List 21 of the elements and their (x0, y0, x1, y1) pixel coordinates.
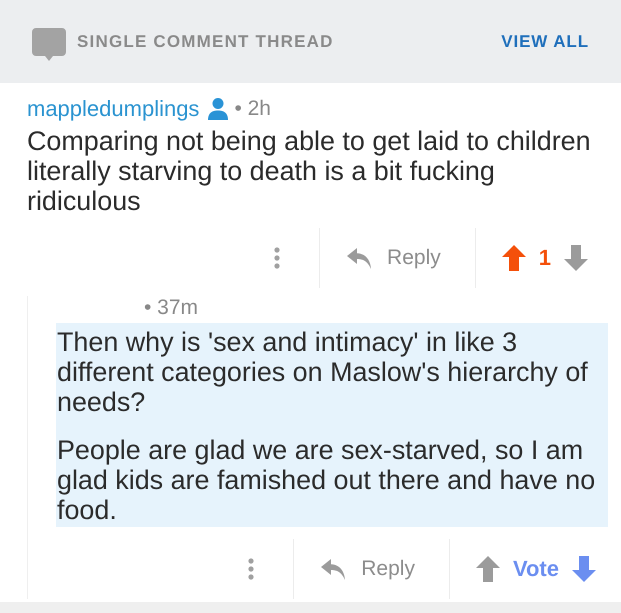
speech-bubble-icon (32, 28, 66, 62)
reply-arrow-icon (347, 248, 372, 268)
view-all-link[interactable]: VIEW ALL (501, 32, 589, 52)
upvote-arrow-icon[interactable] (476, 556, 500, 582)
downvote-arrow-icon[interactable] (572, 556, 596, 582)
timestamp: • 37m (144, 296, 198, 320)
upvote-arrow-icon[interactable] (502, 245, 526, 271)
comment-text: Comparing not being able to get laid to children literally starving to death is a bit fucking ridiculous (27, 126, 592, 216)
comment-text: Then why is 'sex and intimacy' in like 3 different categories on Maslow's hierarchy of needs? (57, 327, 589, 417)
vote-score: 1 (538, 245, 551, 271)
more-options-icon[interactable] (274, 247, 280, 269)
reply-button[interactable]: Reply (321, 557, 415, 581)
downvote-arrow-icon[interactable] (564, 245, 588, 271)
comment-text: People are glad we are sex-starved, so I am glad kids are famished out there and have no food. (57, 435, 596, 525)
thread-title: SINGLE COMMENT THREAD (77, 32, 335, 52)
vote-score: Vote (512, 556, 559, 582)
reply-arrow-icon (321, 558, 346, 580)
timestamp: • 2h (234, 97, 271, 121)
username-link[interactable]: mappledumplings (27, 96, 200, 122)
reply-button[interactable]: Reply (347, 246, 441, 270)
more-options-icon[interactable] (248, 558, 254, 580)
